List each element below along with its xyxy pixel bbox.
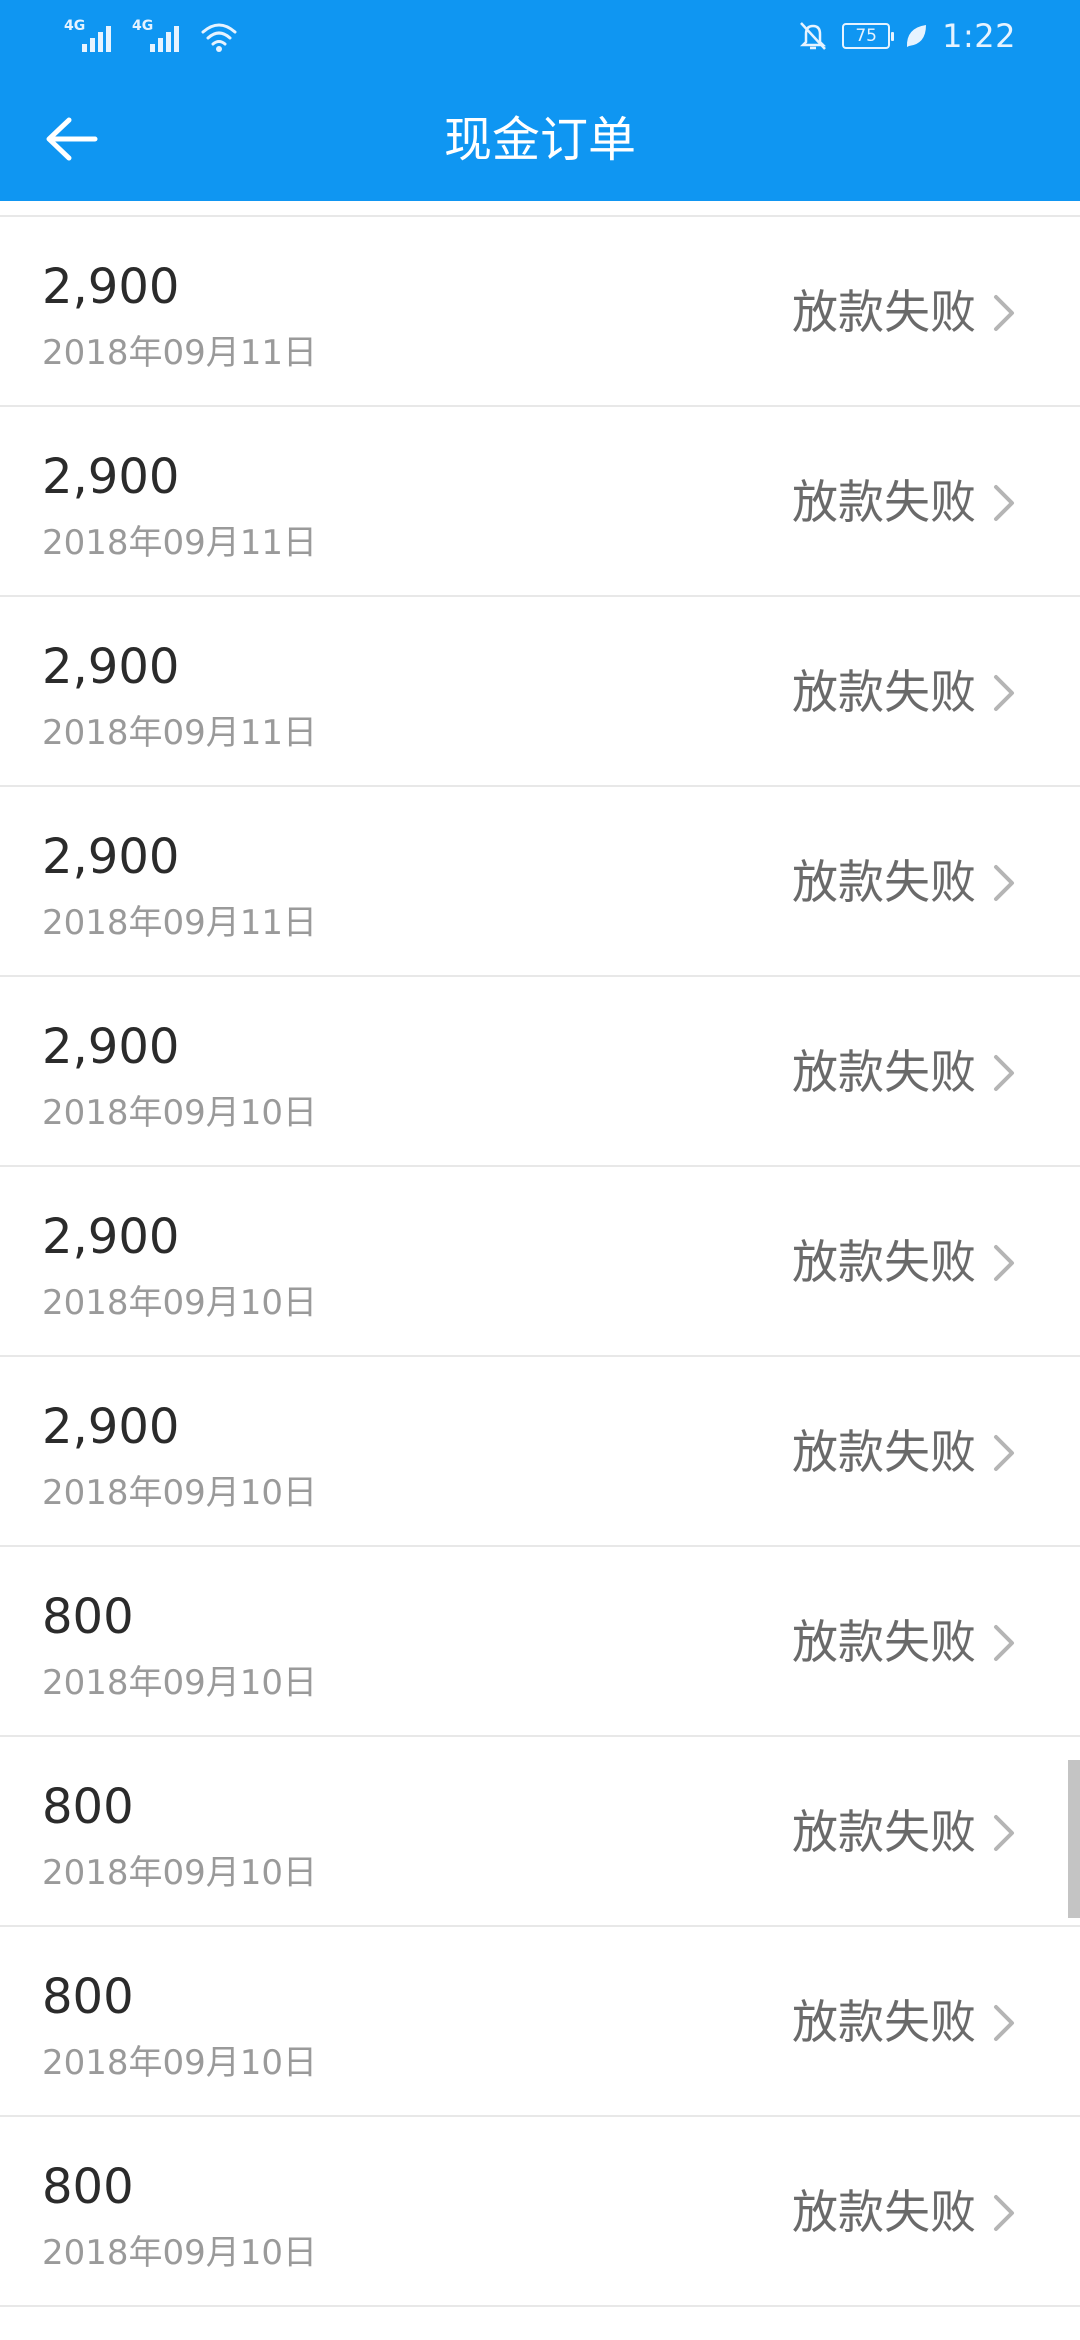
order-date: 2018年09月10日 <box>42 1473 318 1513</box>
order-status: 放款失败 <box>792 1045 976 1099</box>
order-amount: 800 <box>42 1779 134 1835</box>
battery-level: 75 <box>855 26 877 46</box>
chevron-right-icon <box>994 2005 1014 2041</box>
clock: 1:22 <box>942 17 1016 55</box>
list-item[interactable]: 800 2018年09月10日 放款失败 <box>0 1547 1080 1737</box>
order-amount: 2,900 <box>42 829 180 885</box>
order-date: 2018年09月11日 <box>42 333 318 373</box>
order-amount: 2,900 <box>42 639 180 695</box>
order-status: 放款失败 <box>792 1235 976 1289</box>
order-status: 放款失败 <box>792 1425 976 1479</box>
status-bar: 4G 4G 75 1:22 <box>0 0 1080 72</box>
leaf-icon <box>907 25 927 47</box>
order-status: 放款失败 <box>792 1615 976 1669</box>
order-date: 2018年09月10日 <box>42 1663 318 1703</box>
list-item[interactable]: 2,900 2018年09月11日 放款失败 <box>0 217 1080 407</box>
order-amount: 800 <box>42 1589 134 1645</box>
order-date: 2018年09月10日 <box>42 2233 318 2273</box>
wifi-icon <box>201 23 237 52</box>
page-title: 现金订单 <box>443 112 636 168</box>
order-date: 2018年09月11日 <box>42 903 318 943</box>
order-status: 放款失败 <box>792 1805 976 1859</box>
chevron-right-icon <box>994 865 1014 901</box>
signal-icon: 4G <box>132 18 186 54</box>
chevron-right-icon <box>994 2195 1014 2231</box>
back-button[interactable] <box>34 102 108 176</box>
battery-icon: 75 <box>842 23 895 49</box>
chevron-right-icon <box>994 295 1014 331</box>
list-item[interactable]: 2,900 2018年09月10日 放款失败 <box>0 1357 1080 1547</box>
arrow-left-icon <box>46 117 98 161</box>
order-amount: 800 <box>42 2159 134 2215</box>
order-status: 放款失败 <box>792 665 976 719</box>
list-item[interactable]: 800 2018年09月10日 放款失败 <box>0 2117 1080 2307</box>
chevron-right-icon <box>994 1815 1014 1851</box>
order-amount: 2,900 <box>42 1209 180 1265</box>
list-item[interactable]: 2,900 2018年09月11日 放款失败 <box>0 407 1080 597</box>
list-item[interactable]: 800 2018年09月10日 放款失败 <box>0 1927 1080 2117</box>
order-date: 2018年09月10日 <box>42 1853 318 1893</box>
order-amount: 2,900 <box>42 259 180 315</box>
order-date: 2018年09月11日 <box>42 523 318 563</box>
chevron-right-icon <box>994 1245 1014 1281</box>
order-status: 放款失败 <box>792 285 976 339</box>
order-date: 2018年09月11日 <box>42 713 318 753</box>
order-rows: 2,900 2018年09月11日 放款失败 2,900 2018年09月11日… <box>0 217 1080 2307</box>
nav-bar: 现金订单 <box>0 72 1080 201</box>
list-item[interactable]: 2,900 2018年09月10日 放款失败 <box>0 977 1080 1167</box>
order-date: 2018年09月10日 <box>42 2043 318 2083</box>
order-list[interactable]: 2,900 2018年09月11日 放款失败 2,900 2018年09月11日… <box>0 201 1080 2340</box>
order-amount: 800 <box>42 1969 134 2025</box>
order-status: 放款失败 <box>792 1995 976 2049</box>
order-amount: 2,900 <box>42 1019 180 1075</box>
list-item[interactable]: 2,900 2018年09月11日 放款失败 <box>0 787 1080 977</box>
order-date: 2018年09月10日 <box>42 1093 318 1133</box>
order-status: 放款失败 <box>792 475 976 529</box>
order-amount: 2,900 <box>42 449 180 505</box>
order-date: 2018年09月10日 <box>42 1283 318 1323</box>
status-right: 75 1:22 <box>798 16 1016 56</box>
status-left: 4G 4G <box>64 18 238 54</box>
app-header: 4G 4G 75 1:22 现金订单 <box>0 0 1080 201</box>
chevron-right-icon <box>994 1435 1014 1471</box>
list-item[interactable]: 2,900 2018年09月10日 放款失败 <box>0 1167 1080 1357</box>
bell-muted-icon <box>800 22 827 50</box>
list-item[interactable]: 2,900 2018年09月11日 放款失败 <box>0 597 1080 787</box>
order-amount: 2,900 <box>42 1399 180 1455</box>
scrollbar[interactable] <box>1068 1760 1080 1918</box>
signal-icon: 4G <box>64 18 118 54</box>
order-status: 放款失败 <box>792 2185 976 2239</box>
order-status: 放款失败 <box>792 855 976 909</box>
chevron-right-icon <box>994 675 1014 711</box>
list-item[interactable]: 800 2018年09月10日 放款失败 <box>0 1737 1080 1927</box>
chevron-right-icon <box>994 1625 1014 1661</box>
chevron-right-icon <box>994 485 1014 521</box>
chevron-right-icon <box>994 1055 1014 1091</box>
